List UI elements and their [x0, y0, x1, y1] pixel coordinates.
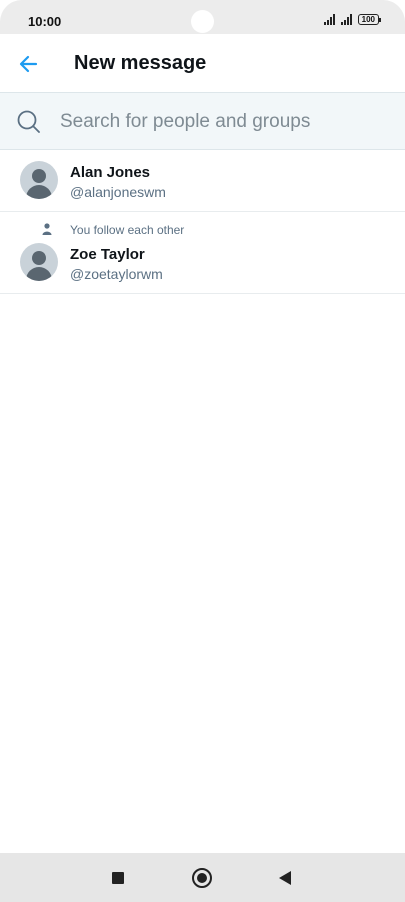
search-input[interactable] [58, 105, 382, 139]
user-result-row[interactable]: You follow each other Zoe Taylor @zoetay… [0, 212, 405, 294]
camera-cutout [191, 10, 214, 33]
recents-button[interactable] [112, 872, 124, 884]
search-bar[interactable] [0, 92, 405, 150]
app-header: New message [0, 34, 405, 92]
battery-icon: 100 [357, 14, 382, 25]
user-name: Zoe Taylor [70, 246, 145, 263]
user-result-row[interactable]: Alan Jones @alanjoneswm [0, 151, 405, 212]
status-icons: 100 [323, 13, 382, 25]
signal-icon [340, 13, 352, 25]
user-name: Alan Jones [70, 164, 151, 181]
user-handle: @alanjoneswm [70, 184, 166, 200]
follow-context-label: You follow each other [70, 223, 185, 237]
back-button[interactable] [16, 51, 42, 77]
arrow-left-icon [19, 55, 38, 73]
default-avatar-icon [20, 161, 58, 199]
status-bar: 10:00 100 [0, 0, 405, 34]
signal-icon [323, 13, 335, 25]
home-button[interactable] [192, 868, 212, 888]
default-avatar-icon [20, 243, 58, 281]
system-back-button[interactable] [279, 871, 291, 885]
person-icon [42, 223, 52, 235]
search-icon [17, 110, 40, 133]
battery-level: 100 [361, 15, 375, 24]
user-handle: @zoetaylorwm [70, 266, 163, 282]
page-title: New message [74, 52, 207, 74]
system-nav-bar [0, 853, 405, 902]
status-time: 10:00 [28, 14, 62, 29]
